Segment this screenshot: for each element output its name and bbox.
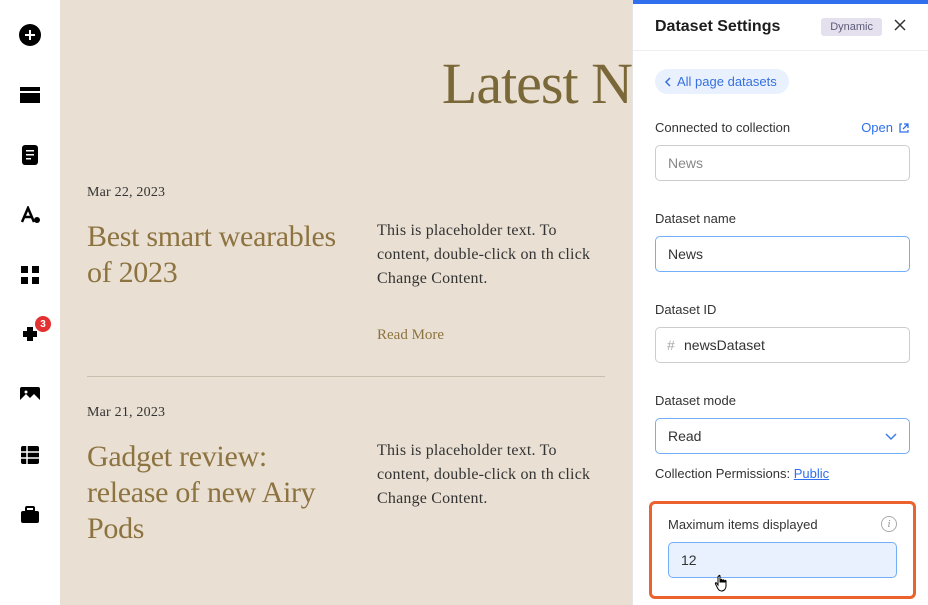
mode-value: Read (668, 428, 701, 444)
business-icon[interactable] (18, 503, 42, 527)
plugin-badge: 3 (35, 316, 51, 332)
article-date: Mar 22, 2023 (87, 185, 605, 201)
info-icon[interactable]: i (881, 516, 897, 532)
layers-icon[interactable] (18, 83, 42, 107)
perm-prefix: Collection Permissions: (655, 466, 794, 481)
max-items-highlight: Maximum items displayed i (649, 501, 916, 599)
dynamic-badge: Dynamic (821, 18, 882, 36)
article-title: Gadget review: release of new Airy Pods (87, 439, 347, 547)
media-icon[interactable] (18, 383, 42, 407)
settings-panel: Dataset Settings Dynamic All page datase… (632, 0, 928, 605)
article-title: Best smart wearables of 2023 (87, 219, 347, 344)
plugin-icon[interactable]: 3 (18, 323, 42, 347)
article-date: Mar 21, 2023 (87, 405, 605, 421)
panel-title: Dataset Settings (655, 18, 780, 36)
chevron-down-icon (885, 428, 897, 444)
dataset-id-input[interactable] (655, 327, 910, 363)
permissions-line: Collection Permissions: Public (655, 466, 910, 481)
article-body: This is placeholder text. To content, do… (377, 439, 605, 511)
panel-header: Dataset Settings Dynamic (633, 4, 928, 51)
dataset-mode-label: Dataset mode (655, 393, 736, 408)
article-item: Mar 22, 2023 Best smart wearables of 202… (60, 157, 632, 344)
dataset-mode-select[interactable]: Read (655, 418, 910, 454)
dataset-id-label: Dataset ID (655, 302, 716, 317)
read-more-link[interactable]: Read More (377, 327, 444, 344)
dataset-name-input[interactable] (655, 236, 910, 272)
back-link[interactable]: All page datasets (655, 69, 789, 94)
page-title: Latest N (376, 0, 632, 157)
perm-link[interactable]: Public (794, 466, 829, 481)
add-icon[interactable] (18, 23, 42, 47)
connected-label: Connected to collection (655, 120, 790, 135)
open-collection-link[interactable]: Open (861, 120, 910, 135)
theme-icon[interactable] (18, 203, 42, 227)
open-label: Open (861, 120, 893, 135)
apps-icon[interactable] (18, 263, 42, 287)
left-rail: 3 (0, 0, 60, 605)
close-icon[interactable] (894, 18, 906, 36)
chevron-left-icon (664, 77, 672, 87)
editor-canvas: Latest N Mar 22, 2023 Best smart wearabl… (60, 0, 632, 605)
collection-input[interactable] (655, 145, 910, 181)
back-link-label: All page datasets (677, 74, 777, 89)
article-item: Mar 21, 2023 Gadget review: release of n… (60, 377, 632, 547)
hash-prefix: # (667, 337, 675, 353)
article-body: This is placeholder text. To content, do… (377, 219, 605, 291)
table-icon[interactable] (18, 443, 42, 467)
max-items-input[interactable] (668, 542, 897, 578)
page-icon[interactable] (18, 143, 42, 167)
external-link-icon (898, 122, 910, 134)
max-items-label: Maximum items displayed (668, 517, 818, 532)
dataset-name-label: Dataset name (655, 211, 736, 226)
